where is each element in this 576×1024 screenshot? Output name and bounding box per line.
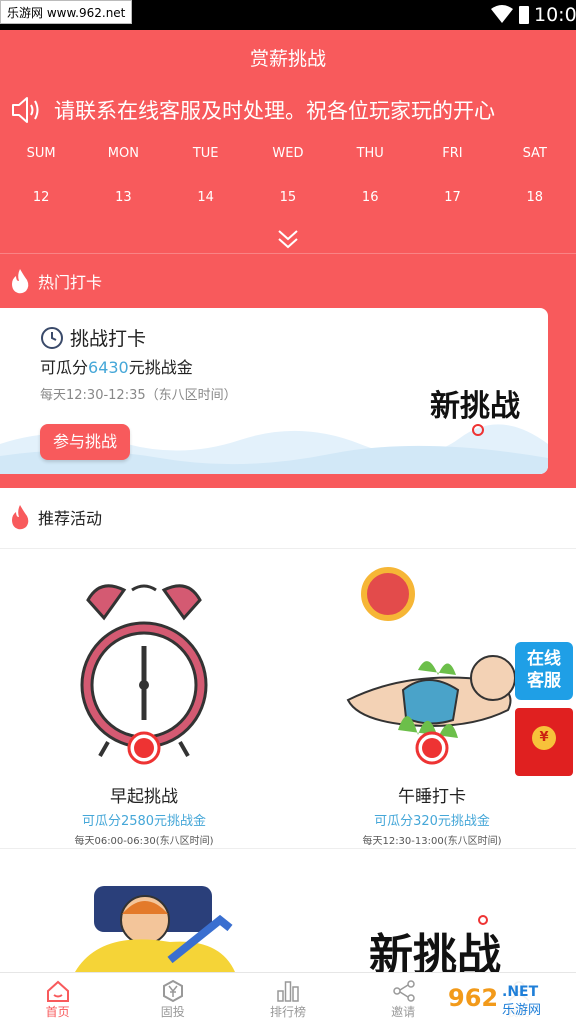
flame-icon [12,505,29,530]
notice-text: 请联系在线客服及时处理。祝各位玩家玩的开心 [54,99,495,123]
recommended-section-header: 推荐活动 [10,504,102,530]
weekday-label: SUM [26,146,56,161]
svg-text:962: 962 [448,984,498,1012]
notice-bar: 请联系在线客服及时处理。祝各位玩家玩的开心 [10,92,495,128]
clock-icon [41,326,63,349]
weekday-label: TUE [192,146,219,161]
day-row: 12 13 14 15 16 17 18 [0,186,576,210]
activity-name: 早起挑战 [110,787,178,807]
card-reward: 可瓜分6430元挑战金 [40,354,193,378]
reward-suffix: 元挑战金 [128,358,193,377]
day-cell[interactable]: 18 [494,186,576,210]
weekday-label: SAT [522,146,547,161]
header-area: 赏薪挑战 请联系在线客服及时处理。祝各位玩家玩的开心 SUM MON TUE W… [0,30,576,488]
hot-challenge-card[interactable]: 挑战打卡 可瓜分6430元挑战金 每天12:30-12:35（东八区时间） 参与… [0,308,548,474]
day-cell[interactable]: 16 [329,186,411,210]
nav-label: 排行榜 [269,1005,306,1019]
alarm-clock-illustration [80,584,208,765]
activity-name: 午睡打卡 [398,787,466,807]
site-watermark-logo: 962 .NET 乐游网 [440,976,576,1020]
page-title: 赏薪挑战 [249,48,326,70]
reward-amount: 6430 [88,358,129,377]
sleeping-illustration [75,886,235,972]
card-title: 挑战打卡 [70,328,147,350]
day-cell[interactable]: 13 [82,186,164,210]
nav-home[interactable]: 首页 [0,973,115,1024]
activity-reward: 可瓜分320元挑战金 [374,814,490,829]
divider [0,848,576,849]
day-cell[interactable]: 12 [0,186,82,210]
activity-card-nap[interactable]: 午睡打卡 可瓜分320元挑战金 每天12:30-13:00(东八区时间) [288,560,576,850]
day-cell[interactable]: 14 [165,186,247,210]
svg-text:新挑战: 新挑战 [430,389,520,424]
weekday-label: THU [356,146,384,161]
card-title-row: 挑战打卡 [40,324,146,351]
nav-ranking[interactable]: 排行榜 [230,973,345,1024]
divider [0,548,576,549]
svg-text:.NET: .NET [502,984,539,1000]
home-icon [47,980,69,1002]
weekday-label: WED [272,146,304,161]
activity-time: 每天06:00-06:30(东八区时间) [74,836,214,847]
ranking-icon [277,981,300,1002]
new-challenge-logo: 新挑战 [430,389,520,436]
yen-icon [163,979,184,1003]
yen-coin-icon: ¥ [532,726,556,750]
status-bar: 乐游网 www.962.net 10:05 [0,0,576,30]
chevron-down-icon[interactable] [276,228,300,250]
recommended-section-title: 推荐活动 [38,509,103,528]
weekday-row: SUM MON TUE WED THU FRI SAT [0,142,576,166]
hot-section-header: 热门打卡 [10,268,102,294]
svg-text:乐游网: 乐游网 [502,1003,541,1018]
wifi-icon [491,5,513,23]
activity-time: 每天12:30-13:00(东八区时间) [362,836,502,847]
new-challenge-logo: 新挑战 [369,915,501,972]
weekday-label: FRI [442,146,463,161]
clock-time: 10:05 [534,4,576,26]
reward-prefix: 可瓜分 [40,358,89,377]
service-label-line2: 客服 [527,671,561,691]
day-cell[interactable]: 17 [411,186,493,210]
weekday-label: MON [107,146,139,161]
battery-icon [519,6,529,24]
nav-label: 固投 [160,1005,185,1019]
divider [0,253,576,254]
card-time: 每天12:30-12:35（东八区时间） [40,388,237,403]
red-packet-button[interactable]: ¥ [515,708,573,776]
flame-icon [12,269,29,294]
online-service-button[interactable]: 在线 客服 [515,642,573,700]
nav-fixed-investment[interactable]: 固投 [115,973,230,1024]
watermark-label: 乐游网 www.962.net [0,0,133,24]
activity-reward: 可瓜分2580元挑战金 [81,814,207,829]
share-icon [392,980,415,1002]
nav-label: 首页 [45,1005,70,1019]
speaker-icon [12,97,39,123]
day-cell[interactable]: 15 [247,186,329,210]
activity-card-early-rise[interactable]: 早起挑战 可瓜分2580元挑战金 每天06:00-06:30(东八区时间) [0,560,288,850]
svg-text:新挑战: 新挑战 [369,930,501,972]
hot-section-title: 热门打卡 [38,273,103,292]
join-challenge-button[interactable]: 参与挑战 [40,424,130,460]
service-label-line1: 在线 [527,649,561,669]
